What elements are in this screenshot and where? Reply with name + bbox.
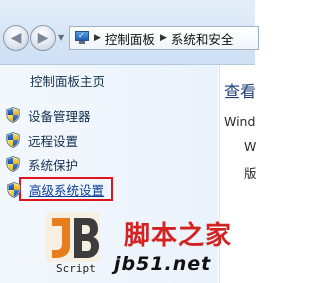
- arrow-left-icon: ◀: [10, 30, 22, 46]
- forward-button[interactable]: ▶: [30, 25, 56, 51]
- breadcrumb-control-panel[interactable]: 控制面板: [105, 29, 155, 48]
- address-bar[interactable]: ✓ ▶ 控制面板 ▶ 系统和安全: [69, 26, 259, 50]
- control-panel-icon: ✓: [75, 31, 89, 45]
- watermark-site-url: jb51.net: [114, 253, 212, 275]
- page-title: 查看: [224, 82, 256, 101]
- windows-edition-line: W: [244, 139, 256, 154]
- uac-shield-icon: [6, 107, 20, 123]
- logo-script-text: Script: [56, 262, 96, 275]
- windows-edition-heading: Windo: [224, 114, 256, 129]
- task-label: 远程设置: [28, 133, 79, 149]
- recent-pages-dropdown[interactable]: ▼: [58, 33, 64, 42]
- breadcrumb-separator-icon[interactable]: ▶: [160, 33, 167, 43]
- uac-shield-icon: [6, 132, 20, 148]
- breadcrumb-system-security[interactable]: 系统和安全: [171, 29, 234, 48]
- task-system-protection[interactable]: 系统保护: [6, 154, 78, 174]
- task-advanced-system-settings[interactable]: 高级系统设置: [19, 177, 114, 201]
- task-label: 设备管理器: [28, 108, 91, 124]
- copyright-line: 版: [244, 166, 256, 181]
- task-device-manager[interactable]: 设备管理器: [6, 105, 91, 125]
- address-toolbar: ◀ ▶ ▼ ✓ ▶ 控制面板 ▶ 系统和安全: [0, 0, 259, 65]
- watermark-site-name: 脚本之家: [124, 221, 233, 251]
- control-panel-home-link[interactable]: 控制面板主页: [30, 71, 105, 90]
- breadcrumb-separator-icon[interactable]: ▶: [94, 33, 101, 43]
- task-label: 高级系统设置: [29, 182, 105, 198]
- task-remote-settings[interactable]: 远程设置: [6, 130, 78, 150]
- uac-shield-icon: [6, 156, 20, 172]
- back-button[interactable]: ◀: [3, 25, 29, 51]
- task-label: 系统保护: [28, 157, 79, 173]
- arrow-right-icon: ▶: [37, 30, 49, 46]
- uac-shield-icon: [7, 182, 21, 198]
